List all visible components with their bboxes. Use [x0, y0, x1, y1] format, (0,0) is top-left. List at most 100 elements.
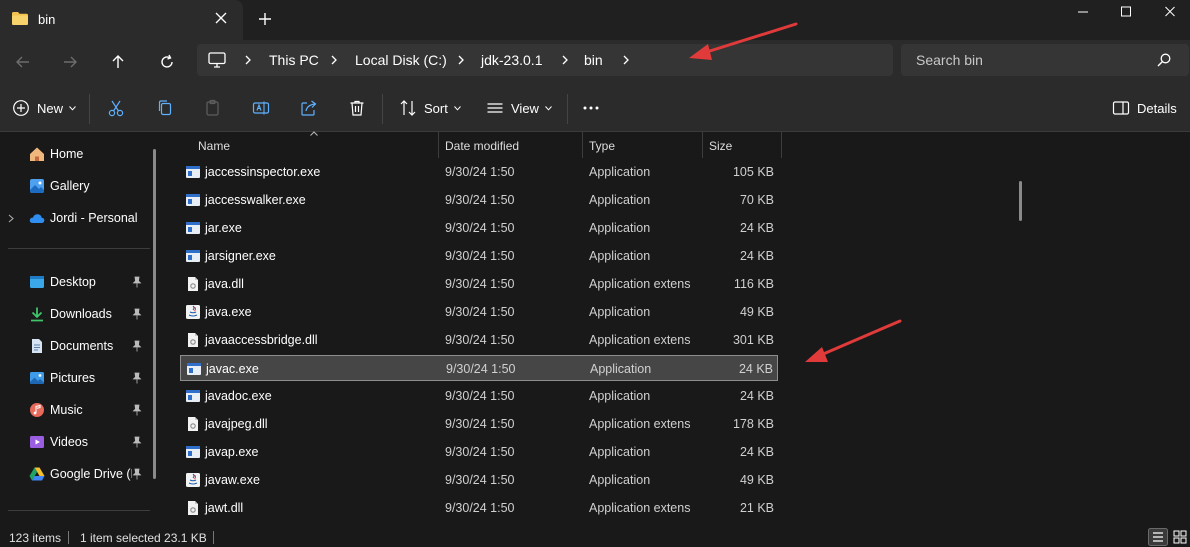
sidebar-scrollbar[interactable]: [153, 149, 156, 479]
pin-icon[interactable]: [132, 308, 142, 320]
table-row[interactable]: jaccesswalker.exe 9/30/24 1:50 Application…: [180, 187, 778, 213]
up-arrow-icon[interactable]: [108, 52, 128, 72]
home-icon: [30, 147, 44, 161]
column-divider[interactable]: [781, 132, 782, 158]
file-name: jarsigner.exe: [205, 249, 276, 263]
chevron-right-icon[interactable]: [561, 55, 569, 65]
file-size: 24 KB: [739, 445, 774, 459]
sidebar-item-desktop[interactable]: Desktop: [0, 269, 150, 295]
paste-button[interactable]: [204, 98, 222, 118]
pin-icon[interactable]: [132, 276, 142, 288]
sidebar-item-home[interactable]: Home: [0, 141, 150, 167]
search-input[interactable]: Search bin: [901, 44, 1189, 76]
table-row[interactable]: javajpeg.dll 9/30/24 1:50 Application exte…: [180, 411, 778, 437]
table-row[interactable]: java.exe 9/30/24 1:50 Application 49 KB: [180, 299, 778, 325]
dll-file-icon: [188, 277, 198, 291]
chevron-right-icon[interactable]: [330, 55, 338, 65]
table-row[interactable]: javadoc.exe 9/30/24 1:50 Application 24 KB: [180, 383, 778, 409]
toolbar-divider: [89, 94, 90, 124]
column-header-name[interactable]: Name: [192, 132, 438, 158]
sidebar-item-downloads[interactable]: Downloads: [0, 301, 150, 327]
details-pane-button[interactable]: Details: [1112, 98, 1177, 118]
pin-icon[interactable]: [132, 436, 142, 448]
file-size: 49 KB: [739, 473, 774, 487]
sidebar-divider: [8, 510, 150, 511]
new-button[interactable]: New: [12, 98, 76, 118]
google-drive-icon: [29, 467, 45, 481]
cut-button[interactable]: [107, 98, 125, 118]
breadcrumb-local-disk[interactable]: Local Disk (C:): [355, 52, 447, 68]
breadcrumb-this-pc[interactable]: This PC: [269, 52, 319, 68]
sidebar-item-gallery[interactable]: Gallery: [0, 173, 150, 199]
pin-icon[interactable]: [132, 340, 142, 352]
column-header-type[interactable]: Type: [583, 132, 702, 158]
table-row[interactable]: jawt.dll 9/30/24 1:50 Application extensio…: [180, 495, 778, 521]
sidebar-item-music[interactable]: Music: [0, 397, 150, 423]
table-row[interactable]: jaccessinspector.exe 9/30/24 1:50 Applicat…: [180, 159, 778, 185]
file-type: Application extension: [589, 277, 691, 291]
refresh-icon[interactable]: [157, 52, 177, 72]
sidebar-item-documents[interactable]: Documents: [0, 333, 150, 359]
new-label: New: [37, 100, 64, 116]
sidebar-item-pictures[interactable]: Pictures: [0, 365, 150, 391]
view-button[interactable]: View: [486, 98, 552, 118]
minimize-icon[interactable]: [1073, 4, 1093, 20]
table-row-selected[interactable]: javac.exe 9/30/24 1:50 Application 24 KB: [180, 355, 778, 381]
address-bar[interactable]: This PC Local Disk (C:) jdk-23.0.1 bin: [197, 44, 893, 76]
sidebar-item-onedrive[interactable]: Jordi - Personal: [0, 205, 150, 231]
sidebar-item-label: Pictures: [50, 371, 96, 385]
sort-icon: [400, 100, 416, 116]
table-row[interactable]: javaaccessbridge.dll 9/30/24 1:50 Applicat…: [180, 327, 778, 353]
column-header-label: Name: [198, 139, 231, 153]
sidebar-item-videos[interactable]: Videos: [0, 429, 150, 455]
table-row[interactable]: java.dll 9/30/24 1:50 Application extensio…: [180, 271, 778, 297]
tab-bin[interactable]: bin: [0, 0, 243, 40]
file-type: Application: [589, 445, 651, 459]
share-button[interactable]: [300, 98, 318, 118]
details-icon: [1112, 101, 1130, 115]
column-header-size[interactable]: Size: [703, 132, 781, 158]
chevron-right-icon[interactable]: [622, 55, 630, 65]
table-row[interactable]: javap.exe 9/30/24 1:50 Application 24 KB: [180, 439, 778, 465]
toolbar-divider: [382, 94, 383, 124]
more-options-button[interactable]: [582, 98, 600, 118]
table-row[interactable]: javaw.exe 9/30/24 1:50 Application 49 KB: [180, 467, 778, 493]
this-pc-icon[interactable]: [208, 52, 226, 68]
pin-icon[interactable]: [132, 404, 142, 416]
sort-button[interactable]: Sort: [399, 98, 461, 118]
pin-icon[interactable]: [132, 372, 142, 384]
column-header-date[interactable]: Date modified: [439, 132, 582, 158]
file-list-scrollbar[interactable]: [1019, 181, 1022, 221]
back-arrow-icon[interactable]: [13, 52, 33, 72]
close-window-icon[interactable]: [1160, 4, 1180, 20]
chevron-right-icon[interactable]: [457, 55, 465, 65]
close-tab-icon[interactable]: [214, 11, 228, 25]
file-size: 24 KB: [739, 389, 774, 403]
exe-file-icon: [186, 194, 200, 206]
search-icon[interactable]: [1157, 53, 1171, 67]
new-tab-icon[interactable]: [256, 10, 274, 28]
table-row[interactable]: jar.exe 9/30/24 1:50 Application 24 KB: [180, 215, 778, 241]
exe-file-icon: [186, 390, 200, 402]
tiles-view-icon[interactable]: [1170, 528, 1190, 546]
file-name: jaccessinspector.exe: [205, 165, 321, 179]
file-date: 9/30/24 1:50: [445, 249, 515, 263]
pin-icon[interactable]: [132, 468, 142, 480]
sidebar-item-label: Music: [50, 403, 83, 417]
maximize-icon[interactable]: [1116, 4, 1136, 20]
copy-button[interactable]: [156, 98, 174, 118]
sidebar-item-google-drive[interactable]: Google Drive (D:): [0, 461, 150, 487]
navigation-pane: Home Gallery Jordi - Personal Desktop Do…: [0, 132, 163, 527]
file-size: 178 KB: [732, 417, 774, 431]
breadcrumb-jdk[interactable]: jdk-23.0.1: [481, 52, 542, 68]
chevron-right-icon[interactable]: [244, 55, 252, 65]
expand-chevron-icon[interactable]: [8, 214, 14, 223]
breadcrumb-bin[interactable]: bin: [584, 52, 603, 68]
delete-button[interactable]: [348, 98, 366, 118]
details-view-icon[interactable]: [1148, 528, 1168, 546]
rename-button[interactable]: [252, 98, 270, 118]
folder-icon: [12, 12, 28, 25]
table-row[interactable]: jarsigner.exe 9/30/24 1:50 Application 24 K…: [180, 243, 778, 269]
forward-arrow-icon[interactable]: [60, 52, 80, 72]
view-icon: [487, 103, 503, 113]
